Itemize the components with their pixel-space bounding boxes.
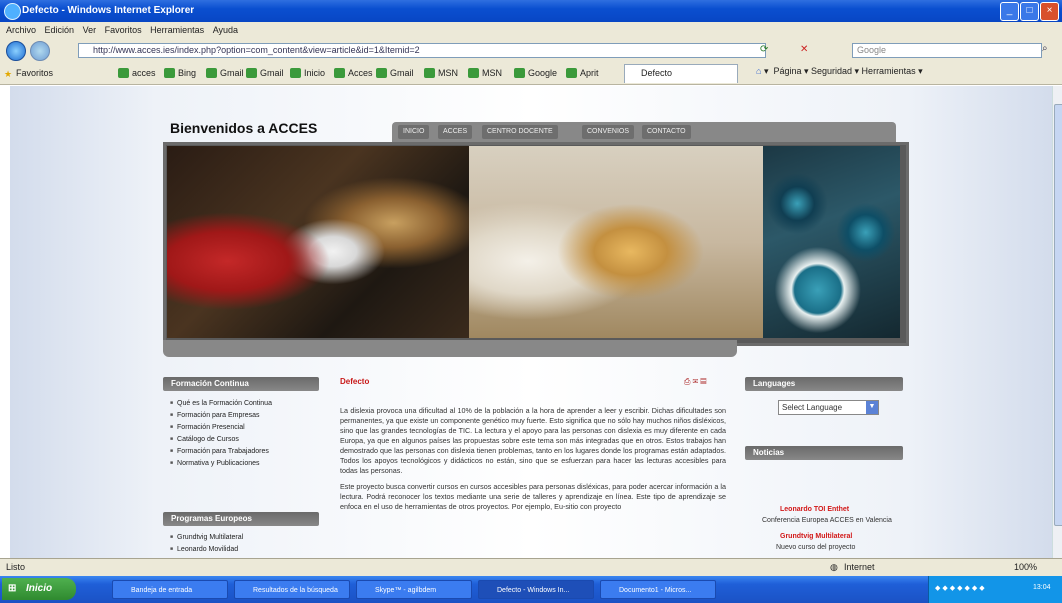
taskbar-button[interactable]: Resultados de la búsqueda	[234, 580, 350, 599]
nav-centro-docente[interactable]: CENTRO DOCENTE	[482, 125, 558, 139]
site-title: Bienvenidos a ACCES	[170, 120, 318, 136]
menu-favoritos[interactable]: Favoritos	[105, 22, 142, 38]
tab-label: Defecto	[641, 68, 673, 78]
sidebar-link[interactable]: Leonardo Movilidad	[170, 546, 238, 553]
ie-logo-icon	[4, 3, 21, 20]
menu-archivo[interactable]: Archivo	[6, 22, 36, 38]
fav-item[interactable]: Bing	[164, 66, 196, 80]
language-select-value: Select Language	[782, 403, 843, 412]
window-title: Defecto - Windows Internet Explorer	[22, 5, 195, 16]
taskbar-button[interactable]: Bandeja de entrada	[112, 580, 228, 599]
nav-inicio[interactable]: INICIO	[398, 125, 430, 139]
stop-icon[interactable]: ✕	[800, 44, 808, 55]
fav-item[interactable]: Gmail	[376, 66, 414, 80]
clock: 13:04	[1033, 584, 1051, 591]
chevron-down-icon: ▼	[866, 401, 878, 414]
taskbar-button[interactable]: Skype™ - agilbdem	[356, 580, 472, 599]
news-heading: Noticias	[745, 446, 903, 460]
article-title: Defecto	[340, 377, 370, 386]
window-title-bar: Defecto - Windows Internet Explorer _ □ …	[0, 0, 1062, 22]
search-input[interactable]: Google	[852, 43, 1042, 58]
close-icon[interactable]: ×	[1040, 2, 1059, 21]
sidebar-link[interactable]: Catálogo de Cursos	[170, 436, 239, 443]
windows-logo-icon: ⊞	[8, 583, 17, 594]
back-icon[interactable]	[6, 41, 26, 61]
sidebar-link[interactable]: Formación para Empresas	[170, 412, 259, 419]
fav-item[interactable]: acces	[118, 66, 156, 80]
nav-contacto[interactable]: CONTACTO	[642, 125, 691, 139]
menu-edicion[interactable]: Edición	[45, 22, 75, 38]
nav-convenios[interactable]: CONVENIOS	[582, 125, 635, 139]
taskbar-button[interactable]: Defecto - Windows In...	[478, 580, 594, 599]
fav-item[interactable]: Acces	[334, 66, 373, 80]
fav-item[interactable]: Gmail	[206, 66, 244, 80]
formacion-heading: Formación Continua	[163, 377, 319, 391]
ceramics-photo	[763, 146, 900, 338]
nav-acces[interactable]: ACCES	[438, 125, 473, 139]
taskbar: ⊞ Inicio Bandeja de entrada Resultados d…	[0, 576, 1062, 603]
minimize-icon[interactable]: _	[1000, 2, 1019, 21]
forward-icon[interactable]	[30, 41, 50, 61]
refresh-icon[interactable]: ⟳	[760, 44, 768, 55]
sidebar-link[interactable]: Grundtvig Multilateral	[170, 534, 243, 541]
fav-item[interactable]: Aprit	[566, 66, 599, 80]
flamenco-photo	[167, 146, 469, 338]
fav-item[interactable]: MSN	[468, 66, 502, 80]
address-row: http://www.acces.ies/index.php?option=co…	[0, 38, 1062, 62]
taskbar-button[interactable]: Documento1 - Micros...	[600, 580, 716, 599]
article-paragraph: Este proyecto busca convertir cursos en …	[340, 482, 726, 511]
news-summary: Conferencia Europea ACCES en Valencia	[762, 517, 892, 524]
star-icon: ★	[4, 69, 13, 79]
languages-heading: Languages	[745, 377, 903, 391]
news-headline[interactable]: Leonardo TOI Enthet	[780, 506, 849, 513]
maximize-icon[interactable]: □	[1020, 2, 1039, 21]
start-button[interactable]: ⊞ Inicio	[2, 578, 76, 600]
tab-defecto[interactable]: Defecto	[624, 64, 738, 83]
favorites-button[interactable]: ★ Favoritos	[4, 66, 53, 80]
article-body: La dislexia provoca una dificultad al 10…	[340, 406, 726, 512]
article-tools-icon[interactable]: ⎙ ✉ ▤	[684, 377, 706, 387]
news-summary: Nuevo curso del proyecto	[776, 544, 856, 551]
fav-item[interactable]: Inicio	[290, 66, 325, 80]
status-bar: Listo ◍ Internet 100%	[0, 558, 1062, 577]
fav-item[interactable]: Gmail	[246, 66, 284, 80]
security-zone: Internet	[844, 562, 875, 572]
fav-item[interactable]: Google	[514, 66, 557, 80]
news-headline[interactable]: Grundtvig Multilateral	[780, 533, 852, 540]
article-paragraph: La dislexia provoca una dificultad al 10…	[340, 406, 726, 475]
programas-heading: Programas Europeos	[163, 512, 319, 526]
banner-footer-bar	[163, 340, 737, 357]
site-nav: INICIO ACCES CENTRO DOCENTE CONVENIOS CO…	[392, 122, 896, 142]
sidebar-link[interactable]: Formación para Trabajadores	[170, 448, 269, 455]
system-tray: ◆◆◆◆◆◆◆ 13:04	[928, 576, 1062, 603]
scrollbar-thumb[interactable]	[1054, 104, 1062, 526]
favorites-bar: ★ Favoritos acces Bing Gmail Gmail Inicio…	[0, 62, 1062, 85]
zoom-level[interactable]: 100%	[1014, 562, 1037, 572]
favorites-label: Favoritos	[16, 68, 54, 78]
menu-herramientas[interactable]: Herramientas	[150, 22, 204, 38]
menu-bar: Archivo Edición Ver Favoritos Herramient…	[0, 22, 1062, 39]
menu-ver[interactable]: Ver	[83, 22, 97, 38]
command-bar-items: Página ▾ Seguridad ▾ Herramientas ▾	[773, 66, 923, 76]
sidebar-link[interactable]: Normativa y Publicaciones	[170, 460, 259, 467]
language-select[interactable]: Select Language ▼	[778, 400, 879, 415]
globe-icon: ◍	[830, 562, 838, 572]
vertical-scrollbar[interactable]	[1052, 86, 1062, 558]
address-input[interactable]: http://www.acces.ies/index.php?option=co…	[78, 43, 766, 58]
sidebar-link[interactable]: Qué es la Formación Continua	[170, 400, 272, 407]
search-icon[interactable]: ⌕	[1042, 43, 1048, 54]
tray-icons[interactable]: ◆◆◆◆◆◆◆	[935, 584, 987, 592]
cathedral-photo	[469, 146, 763, 338]
fav-item[interactable]: MSN	[424, 66, 458, 80]
home-icon: ⌂	[756, 66, 762, 76]
menu-ayuda[interactable]: Ayuda	[213, 22, 238, 38]
status-text: Listo	[6, 562, 26, 572]
start-label: Inicio	[26, 583, 53, 594]
command-bar[interactable]: ⌂ ▾ Página ▾ Seguridad ▾ Herramientas ▾	[756, 66, 923, 77]
sidebar-link[interactable]: Formación Presencial	[170, 424, 245, 431]
